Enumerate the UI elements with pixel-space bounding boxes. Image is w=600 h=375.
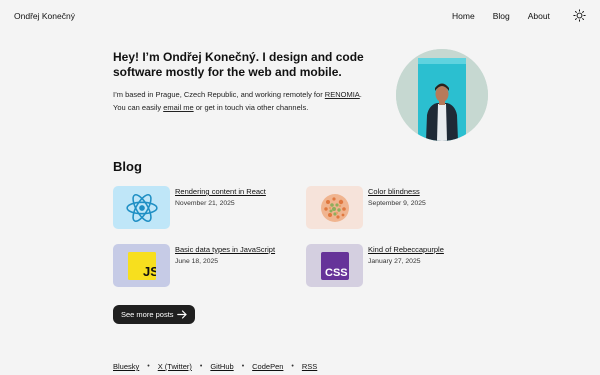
- ishihara-icon: [320, 193, 349, 222]
- blog-heading: Blog: [113, 159, 142, 174]
- footer-link-bluesky[interactable]: Bluesky: [113, 362, 139, 371]
- nav-blog[interactable]: Blog: [493, 11, 510, 21]
- site-title[interactable]: Ondřej Konečný: [14, 11, 75, 21]
- main-nav: Home Blog About: [452, 11, 568, 21]
- post-date: June 18, 2025: [175, 258, 219, 265]
- post-title[interactable]: Rendering content in React: [175, 187, 266, 197]
- post-info: Color blindness September 9, 2025: [368, 186, 426, 229]
- footer-separator: •: [241, 363, 245, 370]
- post-title[interactable]: Basic data types in JavaScript: [175, 245, 275, 255]
- hero-line-2: You can easily email me or get in touch …: [113, 102, 373, 115]
- post-info: Rendering content in React November 21, …: [175, 186, 266, 229]
- post-date: November 21, 2025: [175, 200, 235, 207]
- post-info: Basic data types in JavaScript June 18, …: [175, 244, 275, 287]
- hero-line-1-end: .: [359, 90, 362, 99]
- theme-toggle-button[interactable]: [573, 9, 586, 22]
- email-link[interactable]: email me: [163, 103, 193, 112]
- hero-intro: I’m based in Prague, Czech Republic, and…: [113, 89, 373, 114]
- see-more-posts-label: See more posts: [121, 310, 174, 319]
- footer-links: Bluesky • X (Twitter) • GitHub • CodePen…: [113, 362, 317, 371]
- nav-home[interactable]: Home: [452, 11, 475, 21]
- post-thumbnail: [306, 186, 363, 229]
- avatar: [396, 49, 488, 141]
- post-info: Kind of Rebeccapurple January 27, 2025: [368, 244, 444, 287]
- hero-line-1: I’m based in Prague, Czech Republic, and…: [113, 89, 373, 102]
- hero-heading: Hey! I’m Ondřej Konečný. I design and co…: [113, 50, 364, 79]
- hero-line-1-text: I’m based in Prague, Czech Republic, and…: [113, 90, 325, 99]
- see-more-posts-button[interactable]: See more posts: [113, 305, 195, 324]
- blog-post[interactable]: Color blindness September 9, 2025: [306, 186, 426, 229]
- post-date: January 27, 2025: [368, 258, 421, 265]
- svg-text:JS: JS: [143, 264, 156, 279]
- footer-link-github[interactable]: GitHub: [210, 362, 233, 371]
- sun-icon: [573, 9, 586, 22]
- footer-separator: •: [291, 363, 294, 370]
- post-thumbnail: CSS: [306, 244, 363, 287]
- post-title[interactable]: Kind of Rebeccapurple: [368, 245, 444, 255]
- post-title[interactable]: Color blindness: [368, 187, 426, 197]
- svg-text:CSS: CSS: [325, 267, 348, 279]
- footer-link-rss[interactable]: RSS: [302, 362, 317, 371]
- company-link[interactable]: RENOMIA: [325, 90, 360, 99]
- react-icon: [125, 193, 158, 222]
- blog-post[interactable]: Rendering content in React November 21, …: [113, 186, 266, 229]
- javascript-icon: JS: [127, 251, 156, 280]
- hero-line-2-text: You can easily: [113, 102, 164, 112]
- footer-link-codepen[interactable]: CodePen: [252, 362, 283, 371]
- post-thumbnail: JS: [113, 244, 170, 287]
- nav-about[interactable]: About: [528, 11, 550, 21]
- post-date: September 9, 2025: [368, 200, 426, 207]
- blog-post[interactable]: CSS Kind of Rebeccapurple January 27, 20…: [306, 244, 444, 287]
- post-thumbnail: [113, 186, 170, 229]
- hero-line-2-end: or get in touch via other channels.: [193, 102, 309, 112]
- arrow-right-icon: [177, 310, 187, 319]
- css-icon: CSS: [320, 251, 349, 280]
- footer-separator: •: [199, 363, 203, 370]
- footer-separator: •: [147, 363, 150, 370]
- footer-link-x[interactable]: X (Twitter): [158, 362, 192, 371]
- avatar-photo: [396, 49, 488, 141]
- blog-post[interactable]: JS Basic data types in JavaScript June 1…: [113, 244, 275, 287]
